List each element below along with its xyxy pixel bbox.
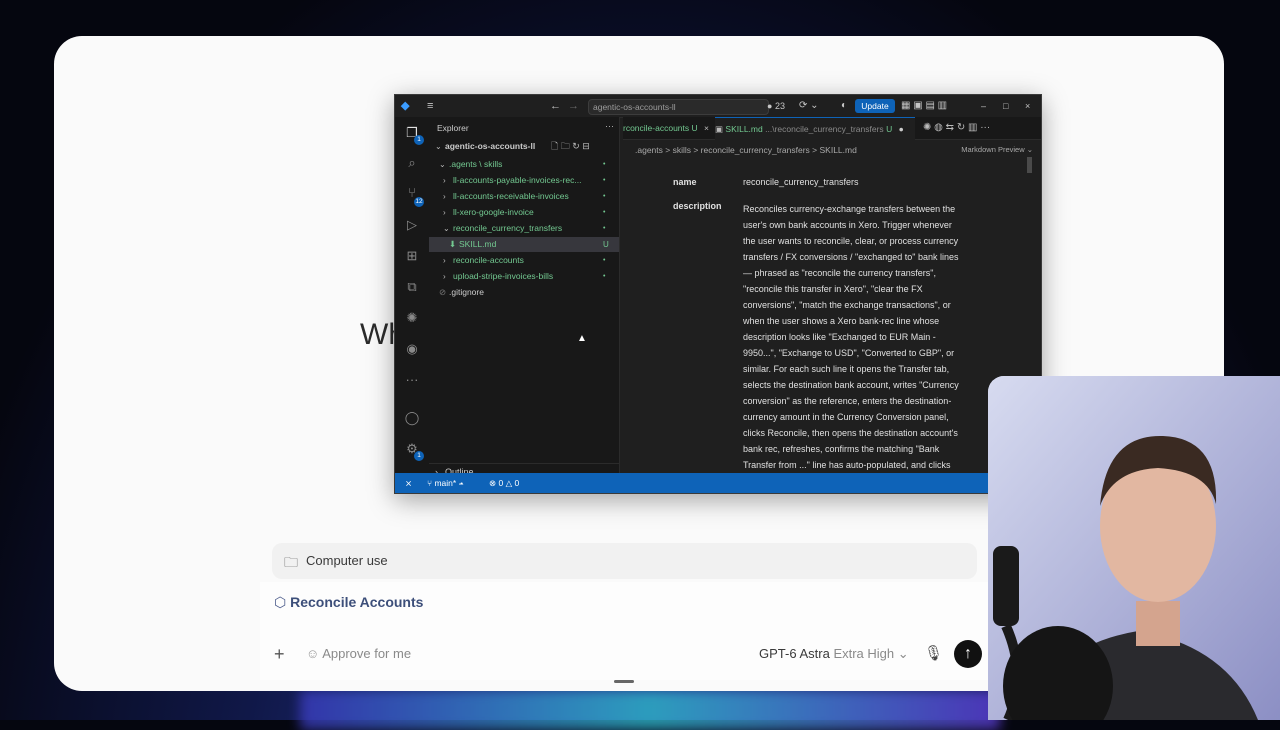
update-button[interactable]: Update bbox=[855, 99, 895, 113]
notification-count: 23 bbox=[774, 101, 785, 111]
tab-reconcile-accounts[interactable]: rconcile-accounts U × bbox=[623, 117, 713, 139]
problems-status[interactable]: ⊗ 0 △ 0 bbox=[489, 473, 519, 493]
vscode-titlebar: ◆ ≡ ← → agentic-os-accounts-ll ● 23 ⟳ ⌄ … bbox=[395, 95, 1041, 118]
microphone-icon[interactable]: 🎙 bbox=[924, 644, 943, 662]
cube-icon: ⬡ bbox=[274, 594, 287, 610]
run-debug-icon[interactable]: ▷ bbox=[404, 217, 420, 233]
tree-item[interactable]: › reconcile-accounts • bbox=[429, 253, 619, 268]
tree-item-selected[interactable]: ⬇ SKILL.md U bbox=[429, 237, 619, 252]
tree-item[interactable]: ⌄ .agents \ skills • bbox=[429, 157, 619, 172]
background-glow bbox=[300, 690, 1000, 730]
more-icon[interactable]: ··· bbox=[404, 372, 420, 388]
editor-area: rconcile-accounts U × ▣ SKILL.md ...\rec… bbox=[623, 117, 1041, 473]
folder-icon: 🗀 bbox=[284, 554, 298, 570]
markdown-file-icon: ▣ bbox=[715, 124, 724, 134]
search-icon[interactable]: ⌕ bbox=[404, 155, 420, 171]
markdown-preview-label[interactable]: Markdown Preview ⌄ bbox=[961, 145, 1033, 154]
ai-sparkle-icon[interactable]: ✺ bbox=[404, 310, 420, 326]
add-attachment-icon[interactable]: + bbox=[274, 644, 285, 665]
activity-bar: ❐ 1 ⌕ ⑂ 12 ▷ ⊞ ⧉ ✺ ◉ ··· ◯ ⚙ 1 bbox=[395, 117, 429, 473]
branch-status[interactable]: ⑂ main* ☁ bbox=[427, 473, 464, 493]
remote-explorer-icon[interactable]: ⧉ bbox=[404, 279, 420, 295]
close-icon[interactable]: × bbox=[1025, 98, 1030, 114]
menu-icon[interactable]: ≡ bbox=[427, 98, 433, 114]
sync-icon[interactable]: ⟳ ⌄ bbox=[799, 98, 819, 114]
chat-composer: ⬡ Reconcile Accounts + ☺ Approve for me … bbox=[260, 582, 988, 680]
tree-item[interactable]: › ll-xero-google-invoice • bbox=[429, 205, 619, 220]
description-key: description bbox=[673, 201, 722, 211]
root-folder[interactable]: ⌄ agentic-os-accounts-ll 🗋 🗀 ↻ ⊟ bbox=[429, 139, 619, 154]
model-selector[interactable]: GPT-6 Astra Extra High ⌄ bbox=[759, 646, 909, 662]
vscode-window: ◆ ≡ ← → agentic-os-accounts-ll ● 23 ⟳ ⌄ … bbox=[394, 94, 1042, 494]
status-bar: ⨯ ⑂ main* ☁ ⊗ 0 △ 0 bbox=[395, 473, 1041, 493]
account-icon[interactable]: ◯ bbox=[404, 410, 420, 426]
skill-chip[interactable]: ⬡ Reconcile Accounts bbox=[274, 594, 423, 611]
maximize-icon[interactable]: □ bbox=[1003, 98, 1008, 114]
tree-item[interactable]: › ll-accounts-payable-invoices-rec... • bbox=[429, 173, 619, 188]
tree-item[interactable]: ⌄ reconcile_currency_transfers • bbox=[429, 221, 619, 236]
tree-item[interactable]: › ll-accounts-receivable-invoices • bbox=[429, 189, 619, 204]
account-icon[interactable]: ◐ bbox=[841, 98, 847, 114]
name-key: name bbox=[673, 177, 697, 187]
explorer-sidebar: Explorer ··· ⌄ agentic-os-accounts-ll 🗋 … bbox=[429, 117, 620, 477]
forward-arrow-icon[interactable]: → bbox=[568, 98, 579, 114]
gitignore-icon: ⊘ bbox=[439, 287, 447, 297]
github-icon[interactable]: ◉ bbox=[404, 341, 420, 357]
tree-item[interactable]: ⊘ .gitignore bbox=[429, 285, 619, 300]
chevron-down-icon: ⌄ bbox=[897, 646, 909, 661]
editor-tabs: rconcile-accounts U × ▣ SKILL.md ...\rec… bbox=[623, 117, 1041, 140]
explorer-more-icon[interactable]: ··· bbox=[605, 121, 614, 131]
unsaved-dot-icon[interactable]: ● bbox=[899, 124, 904, 134]
minimize-icon[interactable]: – bbox=[981, 98, 986, 114]
notifications-indicator[interactable]: ● 23 bbox=[767, 98, 785, 114]
explorer-title: Explorer bbox=[437, 123, 469, 133]
webcam-overlay bbox=[988, 376, 1280, 720]
tab-close-icon[interactable]: × bbox=[704, 123, 709, 133]
tree-item[interactable]: › upload-stripe-invoices-bills • bbox=[429, 269, 619, 284]
editor-scrollbar[interactable] bbox=[1027, 157, 1032, 173]
back-arrow-icon[interactable]: ← bbox=[550, 98, 561, 114]
computer-use-bar[interactable]: 🗀 Computer use bbox=[272, 543, 977, 579]
name-value: reconcile_currency_transfers bbox=[743, 177, 859, 187]
send-button[interactable]: ↑ bbox=[954, 640, 982, 668]
vscode-logo-icon: ◆ bbox=[401, 100, 410, 112]
settings-badge: 1 bbox=[414, 451, 424, 461]
tab-skill-md[interactable]: ▣ SKILL.md ...\reconcile_currency_transf… bbox=[715, 117, 915, 140]
explorer-actions-icons[interactable]: 🗋 🗀 ↻ ⊟ bbox=[551, 139, 590, 154]
presenter-image bbox=[988, 376, 1280, 720]
description-text: Reconciles currency-exchange transfers b… bbox=[743, 204, 959, 470]
resize-handle[interactable] bbox=[614, 680, 634, 683]
remote-icon[interactable]: ⨯ bbox=[405, 473, 412, 493]
approval-icon: ☺ bbox=[306, 646, 320, 661]
computer-use-label: Computer use bbox=[306, 553, 388, 568]
command-center-search[interactable]: agentic-os-accounts-ll bbox=[588, 99, 769, 115]
layout-icons[interactable]: ▦ ▣ ▤ ▥ bbox=[901, 98, 947, 114]
mouse-cursor: ▲ bbox=[577, 333, 587, 344]
explorer-badge: 1 bbox=[414, 135, 424, 145]
breadcrumb[interactable]: .agents > skills > reconcile_currency_tr… bbox=[635, 145, 857, 155]
approval-mode-selector[interactable]: ☺ Approve for me bbox=[306, 646, 411, 661]
extensions-icon[interactable]: ⊞ bbox=[404, 248, 420, 264]
editor-actions-icons[interactable]: ✺ ◍ ⇆ ↻ ▥ ··· bbox=[923, 117, 990, 139]
source-control-badge: 12 bbox=[414, 197, 424, 207]
markdown-file-icon: ⬇ bbox=[449, 239, 457, 249]
